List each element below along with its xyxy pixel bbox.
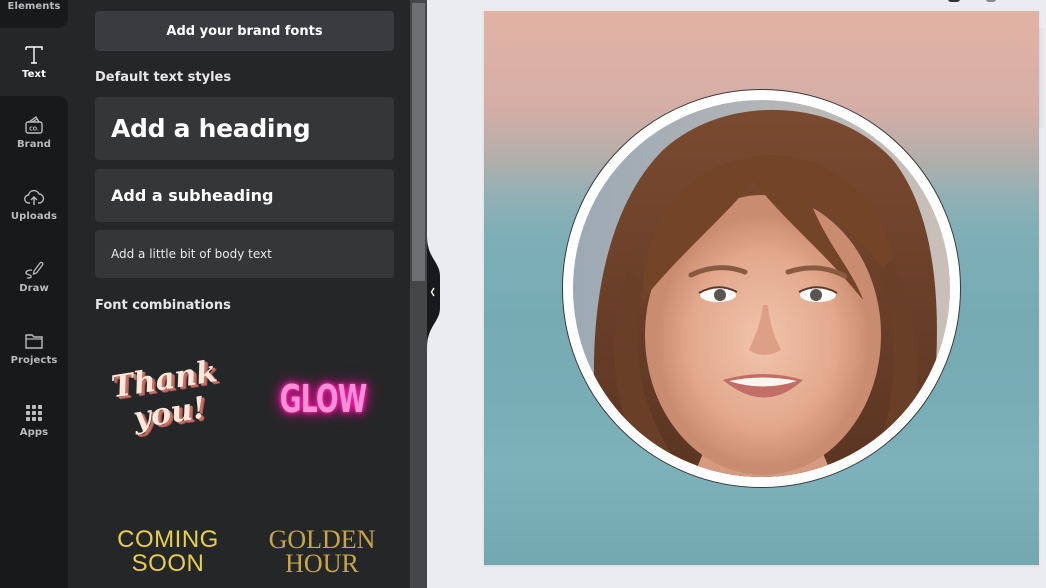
canvas-edge-shadow (1039, 28, 1046, 128)
heading-label: Add a heading (111, 114, 311, 143)
body-text-label: Add a little bit of body text (111, 247, 272, 261)
text-panel: Add your brand fonts Default text styles… (68, 0, 410, 588)
sidebar-item-projects[interactable]: Projects (0, 312, 68, 384)
sidebar-item-text[interactable]: Text (0, 28, 68, 96)
cloud-upload-icon (23, 186, 45, 208)
sidebar-item-brand[interactable]: CO. Brand (0, 96, 68, 168)
add-subheading-button[interactable]: Add a subheading (95, 169, 394, 222)
panel-scrollbar-thumb[interactable] (412, 3, 425, 281)
sidebar-item-apps[interactable]: Apps (0, 384, 68, 456)
svg-text:CO.: CO. (29, 127, 39, 133)
combo-line: HOUR (285, 549, 359, 578)
brand-icon: CO. (23, 114, 45, 136)
sidebar-item-label: Draw (19, 283, 49, 294)
sidebar-item-elements[interactable]: Elements (0, 0, 68, 28)
font-combo-glow[interactable]: GLOW (276, 360, 370, 438)
add-brand-fonts-button[interactable]: Add your brand fonts (95, 11, 394, 51)
font-combo-golden-hour[interactable]: GOLDEN HOUR (258, 524, 386, 580)
font-combo-coming-soon[interactable]: COMING SOON (104, 524, 232, 580)
apps-grid-icon (23, 402, 45, 424)
text-icon (23, 44, 45, 66)
sidebar-item-label: Projects (10, 355, 58, 366)
add-heading-button[interactable]: Add a heading (95, 97, 394, 160)
sidebar-item-label: Elements (7, 1, 61, 12)
sidebar-item-uploads[interactable]: Uploads (0, 168, 68, 240)
font-combinations-title: Font combinations (95, 298, 231, 313)
sidebar-item-label: Apps (19, 427, 49, 438)
combo-line: SOON (131, 550, 205, 577)
folder-icon (23, 330, 45, 352)
add-body-text-button[interactable]: Add a little bit of body text (95, 230, 394, 278)
combo-line: COMING (117, 526, 219, 553)
sidebar-item-label: Brand (16, 139, 52, 150)
subheading-label: Add a subheading (111, 186, 274, 205)
portrait-photo[interactable] (573, 100, 950, 477)
toolbar-icon-partial[interactable] (948, 0, 960, 2)
combo-line: GLOW (279, 377, 368, 421)
sidebar-item-label: Text (22, 69, 46, 80)
pen-icon (23, 258, 45, 280)
side-nav-rail: Elements Text CO. Brand Uploads Draw Pro… (0, 0, 68, 588)
default-text-styles-title: Default text styles (95, 70, 232, 85)
sidebar-item-draw[interactable]: Draw (0, 240, 68, 312)
sidebar-item-label: Uploads (10, 211, 58, 222)
collapse-panel-handle[interactable] (427, 236, 440, 348)
font-combo-thank-you[interactable]: Thank you! (98, 329, 237, 465)
toolbar-icon-partial[interactable] (986, 0, 996, 2)
